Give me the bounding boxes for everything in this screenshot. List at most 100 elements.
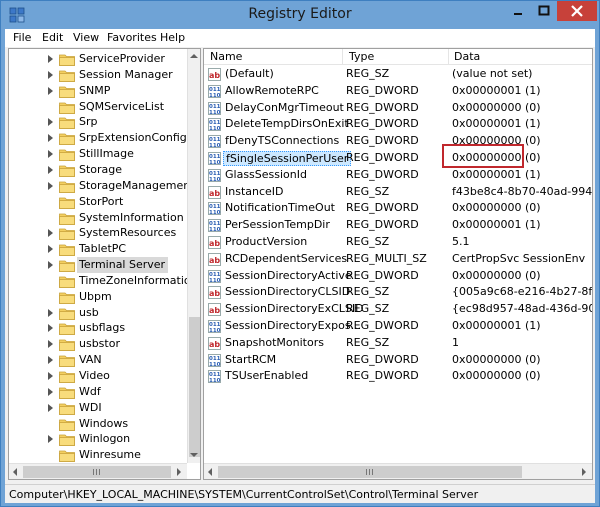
tree-item[interactable]: usb: [9, 305, 184, 321]
tree-item[interactable]: Session Manager: [9, 67, 184, 83]
tree-item[interactable]: Storage: [9, 162, 184, 178]
list-horizontal-scroll-thumb[interactable]: [218, 466, 522, 478]
tree-item[interactable]: SQMServiceList: [9, 99, 184, 115]
minimize-button[interactable]: [505, 1, 531, 21]
scroll-left-arrow-icon[interactable]: [208, 468, 212, 476]
registry-value-row[interactable]: ab InstanceID REG_SZ f43be8c4-8b70-40ad-994…: [204, 184, 592, 201]
expand-arrow-icon[interactable]: [48, 86, 53, 95]
tree-vertical-scrollbar[interactable]: [187, 49, 200, 463]
expand-arrow-icon[interactable]: [48, 134, 53, 143]
expand-arrow-icon[interactable]: [48, 387, 53, 396]
expand-arrow-icon[interactable]: [48, 118, 53, 127]
expand-arrow-icon[interactable]: [48, 372, 53, 380]
tree-item[interactable]: VAN: [9, 352, 184, 368]
tree-item[interactable]: SNMP: [9, 83, 184, 99]
maximize-button[interactable]: [531, 1, 557, 21]
registry-value-row[interactable]: 011 110 PerSessionTempDir REG_DWORD 0x000000…: [204, 217, 592, 234]
tree-item[interactable]: StorageManagement: [9, 178, 195, 194]
tree-item[interactable]: Wdf: [9, 384, 184, 400]
column-header-data[interactable]: Data: [454, 50, 480, 63]
tree-item[interactable]: SystemInformation: [9, 210, 184, 226]
registry-value-row[interactable]: 011 110 fDenyTSConnections REG_DWORD 0x00000…: [204, 133, 592, 150]
value-type: REG_MULTI_SZ: [346, 251, 427, 265]
expand-arrow-icon[interactable]: [48, 435, 53, 444]
tree-item[interactable]: Ubpm: [9, 289, 184, 305]
expand-arrow-icon[interactable]: [48, 181, 53, 190]
registry-value-row[interactable]: 011 110 TSUserEnabled REG_DWORD 0x00000000 (…: [204, 368, 592, 385]
registry-value-row[interactable]: ab ProductVersion REG_SZ 5.1: [204, 234, 592, 251]
tree-item[interactable]: Video: [9, 368, 184, 384]
tree-item[interactable]: SystemResources: [9, 225, 184, 241]
title-bar[interactable]: Registry Editor: [1, 1, 599, 29]
folder-icon: [59, 276, 75, 288]
registry-value-row[interactable]: 011 110 DeleteTempDirsOnExit REG_DWORD 0x000…: [204, 116, 592, 133]
folder-icon: [59, 339, 75, 352]
expand-arrow-icon[interactable]: [48, 229, 53, 238]
tree-horizontal-scrollbar[interactable]: [9, 463, 187, 479]
column-divider[interactable]: [342, 49, 343, 65]
registry-value-row[interactable]: ab SnapshotMonitors REG_SZ 1: [204, 335, 592, 352]
tree-item[interactable]: Terminal Server: [9, 257, 184, 274]
registry-value-row[interactable]: ab (Default) REG_SZ (value not set): [204, 66, 592, 83]
registry-value-row[interactable]: ab SessionDirectoryExCLSID REG_SZ {ec98d957…: [204, 301, 593, 318]
menu-favorites[interactable]: Favorites: [107, 31, 157, 44]
tree-item[interactable]: usbflags: [9, 320, 184, 336]
tree-item[interactable]: Windows: [9, 416, 184, 432]
scroll-right-arrow-icon[interactable]: [177, 468, 181, 476]
scroll-up-arrow-icon[interactable]: [190, 54, 198, 58]
tree-item[interactable]: Srp: [9, 114, 184, 130]
menu-help[interactable]: Help: [160, 31, 185, 44]
menu-view[interactable]: View: [73, 31, 99, 44]
menu-file[interactable]: File: [13, 31, 31, 44]
tree-item[interactable]: Winlogon: [9, 431, 184, 447]
close-button[interactable]: [557, 1, 597, 21]
list-horizontal-scrollbar[interactable]: [204, 463, 592, 479]
menu-edit[interactable]: Edit: [42, 31, 63, 44]
expand-arrow-icon[interactable]: [48, 403, 53, 412]
value-type: REG_DWORD: [346, 218, 419, 232]
expand-arrow-icon[interactable]: [48, 324, 53, 333]
tree-item[interactable]: WDI: [9, 400, 184, 416]
value-data: {ec98d957-48ad-436d-90be-bc...: [452, 302, 593, 316]
column-divider[interactable]: [448, 49, 449, 65]
registry-values-pane[interactable]: Name Type Data ab (Default) REG_SZ (value n…: [203, 48, 593, 480]
scroll-down-arrow-icon[interactable]: [190, 453, 198, 457]
expand-arrow-icon[interactable]: [48, 55, 53, 63]
expand-arrow-icon[interactable]: [48, 70, 53, 79]
folder-icon: [59, 308, 75, 320]
scroll-right-arrow-icon[interactable]: [582, 468, 586, 476]
expand-arrow-icon[interactable]: [48, 150, 53, 159]
registry-value-row[interactable]: 011 110 StartRCM REG_DWORD 0x00000000 (0): [204, 352, 592, 369]
tree-item[interactable]: SrpExtensionConfig: [9, 130, 187, 146]
column-header-type[interactable]: Type: [349, 50, 374, 63]
registry-value-row[interactable]: 011 110 GlassSessionId REG_DWORD 0x00000001 …: [204, 167, 592, 184]
expand-arrow-icon[interactable]: [48, 356, 53, 365]
registry-value-row[interactable]: 011 110 NotificationTimeOut REG_DWORD 0x0000…: [204, 200, 592, 217]
column-header-name[interactable]: Name: [210, 50, 242, 63]
registry-value-row[interactable]: ab RCDependentServices REG_MULTI_SZ CertPro…: [204, 251, 592, 268]
tree-item[interactable]: StorPort: [9, 194, 184, 210]
scroll-left-arrow-icon[interactable]: [13, 468, 17, 476]
expand-arrow-icon[interactable]: [48, 308, 53, 317]
tree-item[interactable]: Winresume: [9, 447, 184, 463]
expand-arrow-icon[interactable]: [48, 245, 53, 254]
registry-value-row[interactable]: 011 110 SessionDirectoryActive REG_DWORD 0x0…: [204, 268, 592, 285]
expand-arrow-icon[interactable]: [48, 261, 53, 270]
tree-vertical-scroll-thumb[interactable]: [189, 317, 200, 457]
registry-value-row[interactable]: ab SessionDirectoryCLSID REG_SZ {005a9c68-e…: [204, 284, 592, 301]
tree-item[interactable]: usbstor: [9, 336, 184, 352]
registry-value-row[interactable]: 011 110 SessionDirectoryExpos... REG_DWORD 0…: [204, 318, 592, 335]
expand-arrow-icon[interactable]: [48, 165, 53, 174]
registry-value-row[interactable]: 011 110 DelayConMgrTimeout REG_DWORD 0x00000…: [204, 100, 592, 117]
tree-item[interactable]: ServiceProvider: [9, 51, 184, 67]
value-data: 0x00000000 (0): [452, 201, 541, 215]
svg-text:110: 110: [209, 328, 221, 333]
tree-item[interactable]: TimeZoneInformation: [9, 273, 198, 289]
registry-tree-pane[interactable]: ServiceProvider Session Manager SNMP SQMSer…: [8, 48, 201, 480]
tree-item[interactable]: TabletPC: [9, 241, 184, 257]
tree-horizontal-scroll-thumb[interactable]: [23, 466, 171, 478]
tree-item[interactable]: StillImage: [9, 146, 184, 162]
registry-value-row[interactable]: 011 110 AllowRemoteRPC REG_DWORD 0x00000001 …: [204, 83, 592, 100]
expand-arrow-icon[interactable]: [48, 340, 53, 349]
registry-value-row[interactable]: 011 110 fSingleSessionPerUser REG_DWORD 0x00…: [204, 150, 592, 167]
